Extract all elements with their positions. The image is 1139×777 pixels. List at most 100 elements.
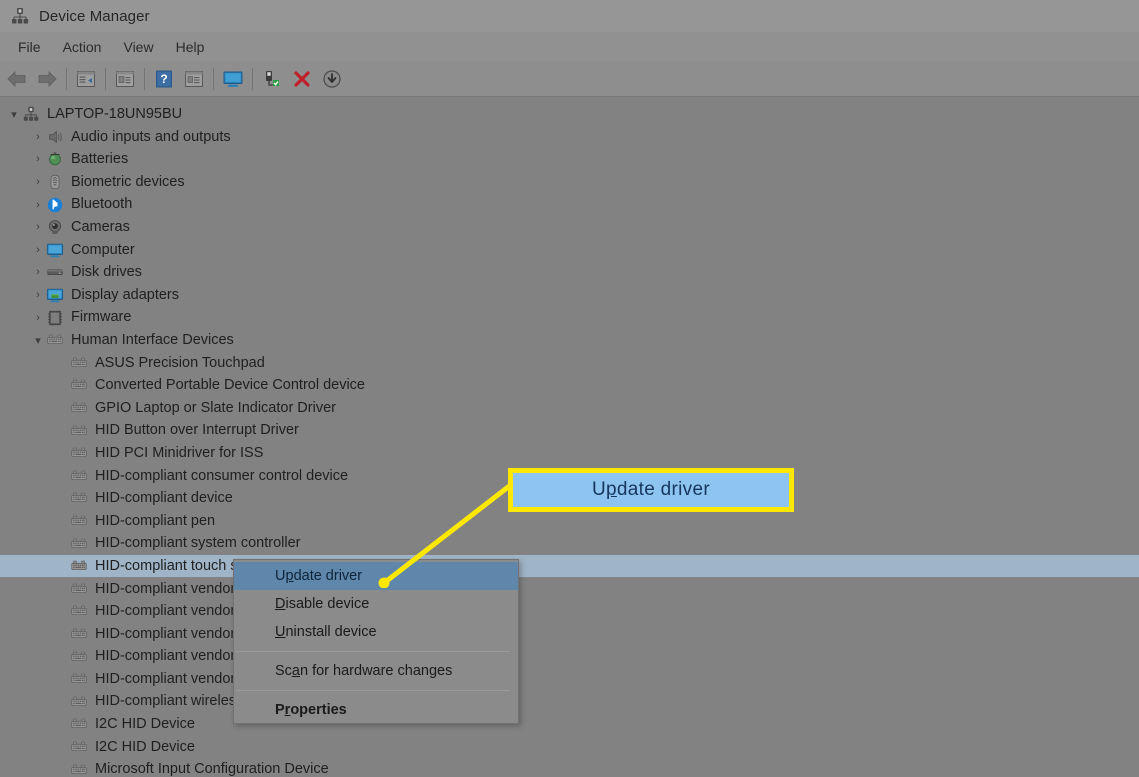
hid-device-row[interactable]: HID-compliant vendor-defined device bbox=[0, 668, 1139, 691]
hid-device-label: Converted Portable Device Control device bbox=[95, 377, 365, 394]
device-tree[interactable]: ▾ LAPTOP-18UN95BU › Audio inputs and out… bbox=[0, 97, 1139, 777]
context-menu-item-uninstall-device[interactable]: Uninstall device bbox=[234, 618, 518, 646]
hid-device-row[interactable]: Microsoft Input Configuration Device bbox=[0, 758, 1139, 777]
menu-file[interactable]: File bbox=[7, 36, 52, 58]
enable-device-button[interactable] bbox=[257, 64, 287, 94]
hid-icon bbox=[70, 738, 88, 756]
help-button[interactable]: ? bbox=[149, 64, 179, 94]
tree-category-disk-drives[interactable]: › Disk drives bbox=[0, 261, 1139, 284]
context-menu-label: Disable device bbox=[275, 596, 370, 612]
hid-icon bbox=[70, 512, 88, 530]
hid-icon bbox=[70, 535, 88, 553]
tree-category-human-interface-devices[interactable]: ▾ Human Interface Devices bbox=[0, 329, 1139, 352]
device-manager-icon bbox=[10, 6, 30, 26]
hid-icon bbox=[70, 693, 88, 711]
chevron-right-icon[interactable]: › bbox=[30, 129, 46, 145]
context-menu-item-scan-for-hardware-changes[interactable]: Scan for hardware changes bbox=[234, 657, 518, 685]
chevron-right-icon[interactable]: › bbox=[30, 287, 46, 303]
hid-device-label: HID-compliant pen bbox=[95, 512, 216, 529]
svg-text:?: ? bbox=[160, 72, 167, 86]
scan-hardware-button[interactable] bbox=[218, 64, 248, 94]
tree-category-label: Bluetooth bbox=[71, 196, 133, 213]
hid-icon bbox=[70, 761, 88, 777]
menu-action[interactable]: Action bbox=[52, 36, 113, 58]
hid-icon bbox=[70, 557, 88, 575]
hid-device-row[interactable]: HID PCI Minidriver for ISS bbox=[0, 442, 1139, 465]
hid-device-row[interactable]: HID-compliant vendor-defined device bbox=[0, 600, 1139, 623]
chevron-down-icon[interactable]: ▾ bbox=[30, 332, 46, 348]
monitor-icon bbox=[46, 241, 64, 259]
chevron-right-icon[interactable]: › bbox=[30, 219, 46, 235]
hid-icon bbox=[70, 354, 88, 372]
hid-device-label: HID-compliant consumer control device bbox=[95, 467, 349, 484]
context-menu-item-update-driver[interactable]: Update driver bbox=[234, 562, 518, 590]
tree-category-batteries[interactable]: › Batteries bbox=[0, 148, 1139, 171]
hid-icon bbox=[70, 399, 88, 417]
hid-device-label: GPIO Laptop or Slate Indicator Driver bbox=[95, 399, 336, 416]
hid-device-row[interactable]: I2C HID Device bbox=[0, 713, 1139, 736]
hid-icon bbox=[70, 715, 88, 733]
tree-category-label: Audio inputs and outputs bbox=[71, 128, 231, 145]
hid-device-row[interactable]: HID-compliant touch screen bbox=[0, 554, 1139, 578]
hid-icon bbox=[70, 489, 88, 507]
hid-device-row[interactable]: Converted Portable Device Control device bbox=[0, 374, 1139, 397]
hid-icon bbox=[70, 602, 88, 620]
tree-category-label: Batteries bbox=[71, 151, 129, 168]
context-menu-item-disable-device[interactable]: Disable device bbox=[234, 590, 518, 618]
computer-root-icon bbox=[22, 105, 40, 123]
hid-device-row[interactable]: HID-compliant vendor-defined device bbox=[0, 623, 1139, 646]
hid-device-row[interactable]: GPIO Laptop or Slate Indicator Driver bbox=[0, 397, 1139, 420]
hid-device-row[interactable]: I2C HID Device bbox=[0, 736, 1139, 759]
tree-category-cameras[interactable]: › Cameras bbox=[0, 216, 1139, 239]
title-bar: Device Manager bbox=[0, 0, 1139, 32]
menu-view[interactable]: View bbox=[112, 36, 164, 58]
hid-device-row[interactable]: ASUS Precision Touchpad bbox=[0, 352, 1139, 375]
hid-device-row[interactable]: HID-compliant wireless radio controls bbox=[0, 690, 1139, 713]
tree-category-firmware[interactable]: › Firmware bbox=[0, 306, 1139, 329]
hid-device-row[interactable]: HID-compliant vendor-defined device bbox=[0, 577, 1139, 600]
hid-device-row[interactable]: HID Button over Interrupt Driver bbox=[0, 419, 1139, 442]
context-menu-label: Properties bbox=[275, 702, 347, 718]
tree-category-bluetooth[interactable]: › Bluetooth bbox=[0, 193, 1139, 216]
hid-device-label: HID-compliant device bbox=[95, 490, 233, 507]
hid-device-label: I2C HID Device bbox=[95, 738, 195, 755]
menu-bar: File Action View Help bbox=[0, 32, 1139, 61]
tree-category-display-adapters[interactable]: › Display adapters bbox=[0, 284, 1139, 307]
context-menu[interactable]: Update driver Disable device Uninstall d… bbox=[233, 559, 519, 724]
tree-category-label: Human Interface Devices bbox=[71, 331, 234, 348]
back-button[interactable] bbox=[2, 64, 32, 94]
tree-category-label: Cameras bbox=[71, 219, 130, 236]
tree-root-row[interactable]: ▾ LAPTOP-18UN95BU bbox=[0, 103, 1139, 126]
hid-device-row[interactable]: HID-compliant pen bbox=[0, 510, 1139, 533]
tree-category-label: Display adapters bbox=[71, 286, 179, 303]
hid-icon bbox=[70, 625, 88, 643]
hid-device-row[interactable]: HID-compliant vendor-defined device bbox=[0, 645, 1139, 668]
tree-root-label: LAPTOP-18UN95BU bbox=[47, 106, 183, 123]
tree-category-audio[interactable]: › Audio inputs and outputs bbox=[0, 126, 1139, 149]
chevron-right-icon[interactable]: › bbox=[30, 310, 46, 326]
speaker-icon bbox=[46, 128, 64, 146]
download-button[interactable] bbox=[317, 64, 347, 94]
context-menu-item-properties[interactable]: Properties bbox=[234, 696, 518, 724]
chevron-right-icon[interactable]: › bbox=[30, 174, 46, 190]
hid-icon bbox=[70, 467, 88, 485]
uninstall-device-button[interactable] bbox=[287, 64, 317, 94]
chevron-right-icon[interactable]: › bbox=[30, 151, 46, 167]
chevron-right-icon[interactable]: › bbox=[30, 242, 46, 258]
context-menu-label: Scan for hardware changes bbox=[275, 663, 453, 679]
toolbar-separator bbox=[105, 67, 106, 90]
tree-category-computer[interactable]: › Computer bbox=[0, 239, 1139, 262]
forward-button[interactable] bbox=[32, 64, 62, 94]
chevron-right-icon[interactable]: › bbox=[30, 264, 46, 280]
show-hidden-button[interactable] bbox=[179, 64, 209, 94]
update-driver-button[interactable] bbox=[110, 64, 140, 94]
tree-category-biometric[interactable]: › Biometric devices bbox=[0, 171, 1139, 194]
hid-device-row[interactable]: HID-compliant system controller bbox=[0, 532, 1139, 555]
hid-icon bbox=[70, 444, 88, 462]
chevron-right-icon[interactable]: › bbox=[30, 197, 46, 213]
context-menu-label: Update driver bbox=[275, 568, 363, 584]
context-menu-separator bbox=[236, 690, 510, 691]
menu-help[interactable]: Help bbox=[165, 36, 216, 58]
chevron-down-icon[interactable]: ▾ bbox=[6, 106, 22, 122]
properties-button[interactable] bbox=[71, 64, 101, 94]
